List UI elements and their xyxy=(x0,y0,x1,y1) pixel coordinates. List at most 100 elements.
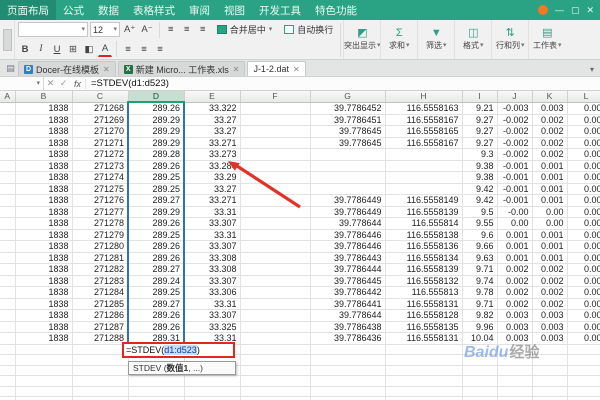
cell-G9[interactable]: 39.7786449 xyxy=(310,194,386,207)
cell-G15[interactable]: 39.7786444 xyxy=(310,263,386,276)
cell-F6[interactable] xyxy=(240,160,311,172)
cell-H8[interactable] xyxy=(385,183,463,195)
cell-H20[interactable]: 116.5558135 xyxy=(385,321,463,333)
cell-L3[interactable]: 0.00 xyxy=(567,125,600,138)
cell-F15[interactable] xyxy=(240,263,311,276)
cell-E14[interactable]: 33.308 xyxy=(184,252,241,264)
cell-E13[interactable]: 33.307 xyxy=(184,240,241,253)
cell-E6[interactable]: 33.284 xyxy=(184,160,241,172)
cell-H6[interactable] xyxy=(385,160,463,172)
cell-C23[interactable] xyxy=(72,354,129,366)
cell-I6[interactable]: 9.38 xyxy=(462,160,498,172)
cell-D14[interactable]: 289.26 xyxy=(127,252,185,264)
cell-L17[interactable]: 0.00 xyxy=(567,286,600,299)
cell-J2[interactable]: -0.002 xyxy=(497,114,533,126)
cell-H1[interactable]: 116.5558163 xyxy=(385,102,463,115)
cell-G21[interactable]: 39.7786436 xyxy=(310,332,386,345)
cell-I4[interactable]: 9.27 xyxy=(462,137,498,149)
cell-A11[interactable] xyxy=(0,217,16,230)
cell-K26[interactable] xyxy=(532,386,568,397)
cell-C7[interactable]: 271274 xyxy=(72,171,129,184)
cell-B24[interactable] xyxy=(15,365,73,376)
cell-E1[interactable]: 33.322 xyxy=(184,102,241,115)
doc-tab-j-1-2-dat[interactable]: J-1-2.dat ✕ xyxy=(247,61,306,76)
name-box[interactable]: ▾ xyxy=(0,77,44,90)
cell-F1[interactable] xyxy=(240,102,311,115)
cell-F22[interactable] xyxy=(240,344,311,355)
cell-G18[interactable]: 39.7786441 xyxy=(310,298,386,310)
cell-H25[interactable] xyxy=(385,375,463,387)
confirm-entry-button[interactable]: ✓ xyxy=(57,78,70,89)
column-header-F[interactable]: F xyxy=(240,91,311,103)
cell-C16[interactable]: 271283 xyxy=(72,275,129,287)
cell-K1[interactable]: 0.003 xyxy=(532,102,568,115)
doc-tab-excel-sheet[interactable]: X 新建 Micro... 工作表.xls ✕ xyxy=(117,61,246,76)
cell-G16[interactable]: 39.7786445 xyxy=(310,275,386,287)
insert-function-button[interactable]: fx xyxy=(70,78,86,89)
cell-H18[interactable]: 116.5558131 xyxy=(385,298,463,310)
cell-A3[interactable] xyxy=(0,125,16,138)
cell-C20[interactable]: 271287 xyxy=(72,321,129,333)
cell-F3[interactable] xyxy=(240,125,311,138)
cell-K21[interactable]: 0.003 xyxy=(532,332,568,345)
cell-K16[interactable]: 0.002 xyxy=(532,275,568,287)
cell-G1[interactable]: 39.7786452 xyxy=(310,102,386,115)
cell-H26[interactable] xyxy=(385,386,463,397)
tab-list-icon[interactable]: ▤ xyxy=(3,63,18,76)
cell-F7[interactable] xyxy=(240,171,311,184)
cell-K27[interactable] xyxy=(532,396,568,400)
underline-button[interactable]: U xyxy=(50,41,64,57)
tab-overflow-icon[interactable]: ▾ xyxy=(590,65,600,76)
column-header-I[interactable]: I xyxy=(462,91,498,103)
cell-A13[interactable] xyxy=(0,240,16,253)
align-right-icon[interactable]: ≡ xyxy=(196,22,210,38)
cell-L20[interactable]: 0.00 xyxy=(567,321,600,333)
cell-J18[interactable]: 0.002 xyxy=(497,298,533,310)
cell-D9[interactable]: 289.27 xyxy=(127,194,185,207)
column-header-C[interactable]: C xyxy=(72,91,129,103)
cell-F14[interactable] xyxy=(240,252,311,264)
cell-D15[interactable]: 289.27 xyxy=(127,263,185,276)
cell-H23[interactable] xyxy=(385,354,463,366)
fill-color-button[interactable]: ◧ xyxy=(82,41,96,57)
column-header-E[interactable]: E xyxy=(184,91,241,103)
cell-G17[interactable]: 39.7786442 xyxy=(310,286,386,299)
cell-L8[interactable]: 0.00 xyxy=(567,183,600,195)
cell-L2[interactable]: 0.00 xyxy=(567,114,600,126)
cell-F17[interactable] xyxy=(240,286,311,299)
cell-C24[interactable] xyxy=(72,365,129,376)
menu-tab-formulas[interactable]: 公式 xyxy=(56,0,91,20)
cell-A15[interactable] xyxy=(0,263,16,276)
cell-L5[interactable]: 0.00 xyxy=(567,148,600,161)
cell-G13[interactable]: 39.7786446 xyxy=(310,240,386,253)
cell-G8[interactable] xyxy=(310,183,386,195)
close-button[interactable]: ✕ xyxy=(586,5,594,16)
cell-A26[interactable] xyxy=(0,386,16,397)
cell-L18[interactable]: 0.00 xyxy=(567,298,600,310)
cell-J24[interactable] xyxy=(497,365,533,376)
cell-A17[interactable] xyxy=(0,286,16,299)
cell-B22[interactable] xyxy=(15,344,73,355)
font-name-select[interactable]: ▾ xyxy=(18,22,88,38)
shrink-font-button[interactable]: A⁻ xyxy=(139,22,154,38)
cell-G6[interactable] xyxy=(310,160,386,172)
cell-K8[interactable]: 0.001 xyxy=(532,183,568,195)
cell-H2[interactable]: 116.5558167 xyxy=(385,114,463,126)
column-header-G[interactable]: G xyxy=(310,91,386,103)
menu-tab-view[interactable]: 视图 xyxy=(217,0,252,20)
cell-I2[interactable]: 9.27 xyxy=(462,114,498,126)
cell-B6[interactable]: 1838 xyxy=(15,160,73,172)
cell-A23[interactable] xyxy=(0,354,16,366)
column-header-L[interactable]: L xyxy=(567,91,600,103)
cell-F8[interactable] xyxy=(240,183,311,195)
cell-F12[interactable] xyxy=(240,229,311,241)
cell-K23[interactable] xyxy=(532,354,568,366)
cell-H5[interactable] xyxy=(385,148,463,161)
cell-G14[interactable]: 39.7786443 xyxy=(310,252,386,264)
cell-I14[interactable]: 9.63 xyxy=(462,252,498,264)
cell-F19[interactable] xyxy=(240,309,311,322)
cell-A21[interactable] xyxy=(0,332,16,345)
cell-I18[interactable]: 9.71 xyxy=(462,298,498,310)
cell-G2[interactable]: 39.7786451 xyxy=(310,114,386,126)
cell-D20[interactable]: 289.26 xyxy=(127,321,185,333)
